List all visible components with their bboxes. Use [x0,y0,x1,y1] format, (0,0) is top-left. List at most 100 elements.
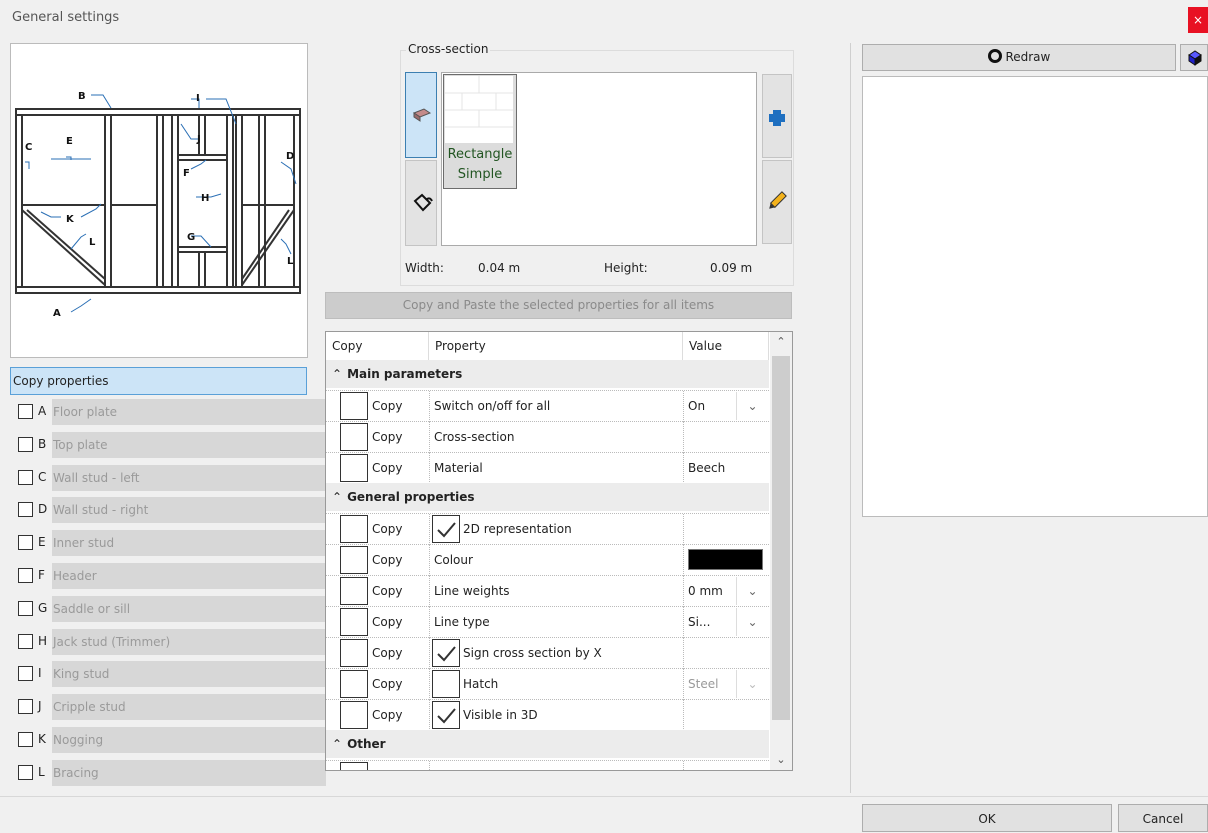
property-row-partial[interactable] [326,760,769,770]
copy-item-checkbox[interactable] [18,469,33,485]
property-value[interactable]: On [688,391,705,421]
copy-item-label[interactable]: Cripple stud [52,694,326,721]
diagram-label-l-left: L [89,237,96,248]
copy-item-c[interactable]: C Wall stud - left [18,464,326,491]
copy-item-g[interactable]: G Saddle or sill [18,595,326,622]
copy-item-j[interactable]: J Cripple stud [18,694,326,721]
section-header[interactable]: ⌃ Other [326,730,769,758]
property-value[interactable]: Steel [688,669,718,699]
property-row[interactable]: Copy Switch on/off for all On ⌄ [326,390,769,422]
copy-item-label[interactable]: Top plate [52,431,326,458]
copy-item-label[interactable]: Header [52,563,326,589]
scroll-down-icon[interactable]: ⌄ [770,750,792,770]
copy-item-checkbox[interactable] [18,600,33,616]
copy-item-checkbox[interactable] [18,699,33,715]
collapse-icon[interactable]: ⌃ [332,490,342,504]
property-row[interactable]: Copy Hatch Steel ⌄ [326,668,769,700]
copy-item-k[interactable]: K Nogging [18,727,326,753]
ok-button[interactable]: OK [862,804,1112,832]
property-value[interactable]: Beech [688,453,725,483]
copy-item-letter: H [38,633,48,648]
copy-item-a[interactable]: A Floor plate [18,399,326,425]
scrollbar-thumb[interactable] [772,356,790,720]
copy-item-checkbox[interactable] [18,732,33,747]
scroll-up-icon[interactable]: ⌃ [770,332,792,352]
copy-item-label[interactable]: Floor plate [52,399,326,425]
copy-checkbox[interactable] [340,423,368,451]
property-value[interactable]: Si... [688,607,710,637]
checkmark-icon [437,708,456,724]
copy-item-b[interactable]: B Top plate [18,431,326,458]
cross-section-paint-tab[interactable] [405,160,437,246]
chevron-down-icon[interactable]: ⌄ [736,392,768,420]
copy-item-f[interactable]: F Header [18,563,326,589]
copy-paste-button[interactable]: Copy and Paste the selected properties f… [325,292,792,319]
property-row[interactable]: Copy 2D representation [326,513,769,545]
copy-item-checkbox[interactable] [18,535,33,551]
property-row[interactable]: Copy Line weights 0 mm ⌄ [326,575,769,607]
property-value[interactable]: 0 mm [688,576,723,606]
3d-view-button[interactable] [1180,44,1208,71]
add-cross-section-button[interactable] [762,74,792,158]
copy-item-checkbox[interactable] [18,404,33,419]
copy-checkbox[interactable] [340,639,368,667]
copy-item-checkbox[interactable] [18,764,33,780]
chevron-down-icon[interactable]: ⌄ [736,608,768,636]
copy-item-checkbox[interactable] [18,568,33,583]
property-checkbox[interactable] [432,639,460,667]
copy-checkbox[interactable] [340,670,368,698]
header-copy[interactable]: Copy [326,332,429,360]
diagram-label-a: A [53,308,61,319]
edit-cross-section-button[interactable] [762,160,792,244]
chevron-down-icon[interactable]: ⌄ [736,670,768,698]
copy-item-label[interactable]: Saddle or sill [52,595,326,622]
collapse-icon[interactable]: ⌃ [332,737,342,751]
copy-item-l[interactable]: L Bracing [18,759,326,786]
cancel-button[interactable]: Cancel [1118,804,1208,832]
redraw-button[interactable]: Redraw [862,44,1176,71]
copy-item-h[interactable]: H Jack stud (Trimmer) [18,628,326,655]
copy-checkbox[interactable] [340,608,368,636]
copy-item-checkbox[interactable] [18,436,33,452]
copy-item-label[interactable]: King stud [52,661,326,688]
copy-item-label[interactable]: Bracing [52,759,326,786]
copy-item-label[interactable]: Nogging [52,727,326,753]
property-row[interactable]: Copy Cross-section [326,421,769,453]
copy-checkbox[interactable] [340,762,368,770]
property-row[interactable]: Copy Sign cross section by X [326,637,769,669]
3d-preview-area[interactable] [862,76,1208,517]
copy-item-label[interactable]: Jack stud (Trimmer) [52,628,326,655]
section-header[interactable]: ⌃ Main parameters [326,360,769,388]
copy-item-label[interactable]: Wall stud - left [52,464,326,491]
property-row[interactable]: Copy Colour [326,544,769,576]
copy-item-checkbox[interactable] [18,502,33,518]
copy-checkbox[interactable] [340,546,368,574]
copy-item-i[interactable]: I King stud [18,661,326,688]
collapse-icon[interactable]: ⌃ [332,367,342,381]
copy-checkbox[interactable] [340,515,368,543]
copy-item-checkbox[interactable] [18,633,33,649]
header-value[interactable]: Value [683,332,769,360]
colour-swatch[interactable] [688,549,763,570]
copy-checkbox[interactable] [340,392,368,420]
property-checkbox[interactable] [432,670,460,698]
header-property[interactable]: Property [429,332,683,360]
property-row[interactable]: Copy Material Beech [326,452,769,484]
copy-checkbox[interactable] [340,577,368,605]
copy-item-letter: F [38,568,45,582]
cross-section-library-tab[interactable] [405,72,437,158]
chevron-down-icon[interactable]: ⌄ [736,577,768,605]
property-row[interactable]: Copy Visible in 3D [326,699,769,731]
close-button[interactable]: × [1188,7,1208,33]
property-row[interactable]: Copy Line type Si... ⌄ [326,606,769,638]
copy-item-label[interactable]: Inner stud [52,530,326,557]
section-header[interactable]: ⌃ General properties [326,483,769,511]
copy-item-e[interactable]: E Inner stud [18,530,326,557]
copy-item-checkbox[interactable] [18,666,33,682]
copy-checkbox[interactable] [340,701,368,729]
copy-checkbox[interactable] [340,454,368,482]
property-checkbox[interactable] [432,515,460,543]
copy-item-label[interactable]: Wall stud - right [52,497,326,524]
copy-item-d[interactable]: D Wall stud - right [18,497,326,524]
property-checkbox[interactable] [432,701,460,729]
